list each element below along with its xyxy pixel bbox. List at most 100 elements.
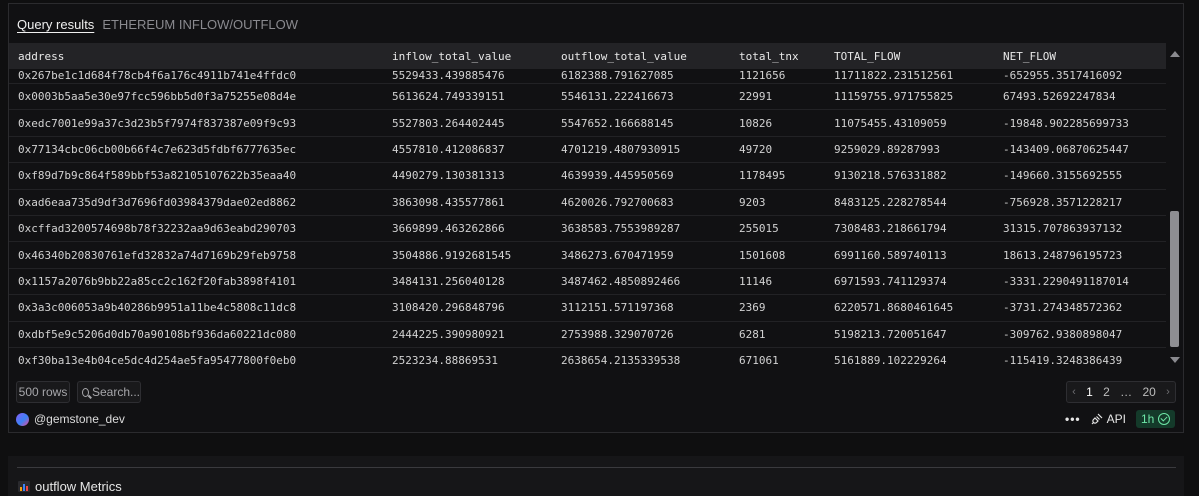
cell-address: 0x1157a2076b9bb22a85cc2c162f20fab3898f41…	[9, 268, 383, 296]
refresh-interval: 1h	[1140, 412, 1155, 426]
page-20-button[interactable]: 20	[1142, 385, 1155, 399]
panel-title-text: outflow Metrics	[35, 479, 122, 494]
table-row[interactable]: 0x1157a2076b9bb22a85cc2c162f20fab3898f41…	[9, 268, 1166, 296]
cell-total-flow: 9259029.89287993	[825, 136, 994, 164]
cell-outflow-total-value: 3638583.7553989287	[552, 215, 730, 243]
cell-outflow-total-value: 4620026.792700683	[552, 189, 730, 216]
cell-net-flow: -756928.3571228217	[994, 189, 1166, 216]
cell-outflow-total-value: 3487462.4850892466	[552, 268, 730, 296]
cell-net-flow: -143409.06870625447	[994, 136, 1166, 164]
cell-total-tnx: 49720	[730, 136, 825, 164]
table-row[interactable]: 0x77134cbc06cb00b66f4c7e623d5fdbf6777635…	[9, 136, 1166, 164]
cell-net-flow: -3731.274348572362	[994, 294, 1166, 322]
cell-net-flow: -19848.902285699733	[994, 109, 1166, 137]
result-actions: ••• API 1h	[1065, 410, 1176, 428]
page-ellipsis: …	[1120, 385, 1133, 399]
cell-total-tnx: 1121656	[730, 69, 825, 84]
cell-total-tnx: 9203	[730, 189, 825, 216]
bar-chart-icon	[18, 481, 30, 492]
table-row[interactable]: 0xcffad3200574698b78f32232aa9d63eabd2907…	[9, 215, 1166, 243]
cell-total-flow: 5198213.720051647	[825, 321, 994, 348]
chevron-left-icon[interactable]: ‹	[1072, 386, 1076, 398]
cell-total-tnx: 1501608	[730, 241, 825, 269]
cell-inflow-total-value: 3504886.9192681545	[383, 241, 552, 269]
page-2-button[interactable]: 2	[1103, 385, 1110, 399]
cell-total-flow: 6971593.741129374	[825, 268, 994, 296]
cell-inflow-total-value: 3669899.463262866	[383, 215, 552, 243]
check-circle-icon	[1158, 413, 1171, 425]
table-row[interactable]: 0xdbf5e9c5206d0db70a90108bf936da60221dc0…	[9, 321, 1166, 348]
scrollbar-thumb[interactable]	[1170, 211, 1179, 347]
cell-inflow-total-value: 2523234.88869531	[383, 347, 552, 371]
column-header-total-flow[interactable]: TOTAL_FLOW	[825, 43, 994, 69]
author-link[interactable]: @gemstone_dev	[16, 412, 125, 426]
table-row[interactable]: 0x3a3c006053a9b40286b9951a11be4c5808c11d…	[9, 294, 1166, 322]
cell-inflow-total-value: 5529433.439885476	[383, 69, 552, 84]
table-row[interactable]: 0x46340b20830761efd32832a74d7169b29feb97…	[9, 241, 1166, 269]
cell-total-tnx: 22991	[730, 83, 825, 111]
table-row[interactable]: 0xf89d7b9c864f589bbf53a82105107622b35eaa…	[9, 162, 1166, 190]
pagination: ‹ 1 2 … 20 ›	[1066, 381, 1176, 403]
cell-total-flow: 11711822.231512561	[825, 69, 994, 84]
table-row[interactable]: 0x0003b5aa5e30e97fcc596bb5d0f3a75255e08d…	[9, 83, 1166, 111]
table-row[interactable]: 0xedc7001e99a37c3d23b5f7974f837387e09f9c…	[9, 109, 1166, 137]
results-table: address inflow_total_value outflow_total…	[9, 43, 1166, 371]
query-title: ETHEREUM INFLOW/OUTFLOW	[102, 16, 299, 32]
cell-address: 0xf30ba13e4b04ce5dc4d254ae5fa95477800f0e…	[9, 347, 383, 371]
cell-total-flow: 8483125.228278544	[825, 189, 994, 216]
cell-total-tnx: 255015	[730, 215, 825, 243]
chevron-right-icon[interactable]: ›	[1166, 386, 1170, 398]
api-button[interactable]: API	[1091, 412, 1126, 426]
cell-outflow-total-value: 6182388.791627085	[552, 69, 730, 84]
table-footer: 500 rows Search... ‹ 1 2 … 20 ›	[9, 379, 1183, 403]
column-header-outflow-total-value[interactable]: outflow_total_value	[552, 43, 730, 69]
cell-total-tnx: 6281	[730, 321, 825, 348]
refresh-status-badge[interactable]: 1h	[1135, 410, 1176, 428]
cell-outflow-total-value: 5547652.166688145	[552, 109, 730, 137]
scroll-up-icon[interactable]	[1170, 51, 1180, 57]
cell-net-flow: 31315.707863937132	[994, 215, 1166, 243]
cell-outflow-total-value: 4701219.4807930915	[552, 136, 730, 164]
avatar	[16, 412, 29, 426]
cell-total-tnx: 1178495	[730, 162, 825, 190]
author-handle: @gemstone_dev	[34, 412, 125, 426]
cell-address: 0xedc7001e99a37c3d23b5f7974f837387e09f9c…	[9, 109, 383, 137]
cell-net-flow: 67493.52692247834	[994, 83, 1166, 111]
cell-inflow-total-value: 2444225.390980921	[383, 321, 552, 348]
cell-total-flow: 9130218.576331882	[825, 162, 994, 190]
tab-query-results[interactable]: Query results	[17, 17, 94, 32]
cell-outflow-total-value: 3112151.571197368	[552, 294, 730, 322]
api-label: API	[1106, 412, 1126, 426]
table-scrollbar[interactable]	[1168, 43, 1182, 371]
cell-outflow-total-value: 5546131.222416673	[552, 83, 730, 111]
cell-inflow-total-value: 4557810.412086837	[383, 136, 552, 164]
more-options-button[interactable]: •••	[1065, 412, 1081, 426]
cell-inflow-total-value: 5527803.264402445	[383, 109, 552, 137]
cell-address: 0xcffad3200574698b78f32232aa9d63eabd2907…	[9, 215, 383, 243]
search-input[interactable]: Search...	[77, 381, 141, 403]
panel-title: outflow Metrics	[18, 479, 122, 494]
table-header-row: address inflow_total_value outflow_total…	[9, 43, 1166, 69]
results-header: Query results ETHEREUM INFLOW/OUTFLOW	[17, 14, 298, 34]
scroll-down-icon[interactable]	[1170, 357, 1180, 363]
cell-total-flow: 6991160.589740113	[825, 241, 994, 269]
column-header-total-tnx[interactable]: total_tnx	[730, 43, 825, 69]
cell-address: 0x3a3c006053a9b40286b9951a11be4c5808c11d…	[9, 294, 383, 322]
cell-net-flow: -149660.3155692555	[994, 162, 1166, 190]
column-header-net-flow[interactable]: NET_FLOW	[994, 43, 1166, 69]
results-table-container[interactable]: address inflow_total_value outflow_total…	[9, 43, 1166, 371]
table-row[interactable]: 0xad6eaa735d9df3d7696fd03984379dae02ed88…	[9, 189, 1166, 216]
table-row[interactable]: 0x267be1c1d684f78cb4f6a176c4911b741e4ffd…	[9, 69, 1166, 84]
cell-net-flow: -115419.3248386439	[994, 347, 1166, 371]
column-header-inflow-total-value[interactable]: inflow_total_value	[383, 43, 552, 69]
column-header-address[interactable]: address	[9, 43, 383, 69]
page-1-button[interactable]: 1	[1086, 385, 1093, 399]
search-icon	[82, 387, 89, 397]
cell-total-tnx: 10826	[730, 109, 825, 137]
cell-address: 0x0003b5aa5e30e97fcc596bb5d0f3a75255e08d…	[9, 83, 383, 111]
cell-inflow-total-value: 4490279.130381313	[383, 162, 552, 190]
table-row[interactable]: 0xf30ba13e4b04ce5dc4d254ae5fa95477800f0e…	[9, 347, 1166, 371]
cell-address: 0x267be1c1d684f78cb4f6a176c4911b741e4ffd…	[9, 69, 383, 84]
cell-inflow-total-value: 5613624.749339151	[383, 83, 552, 111]
plug-icon	[1091, 413, 1103, 425]
